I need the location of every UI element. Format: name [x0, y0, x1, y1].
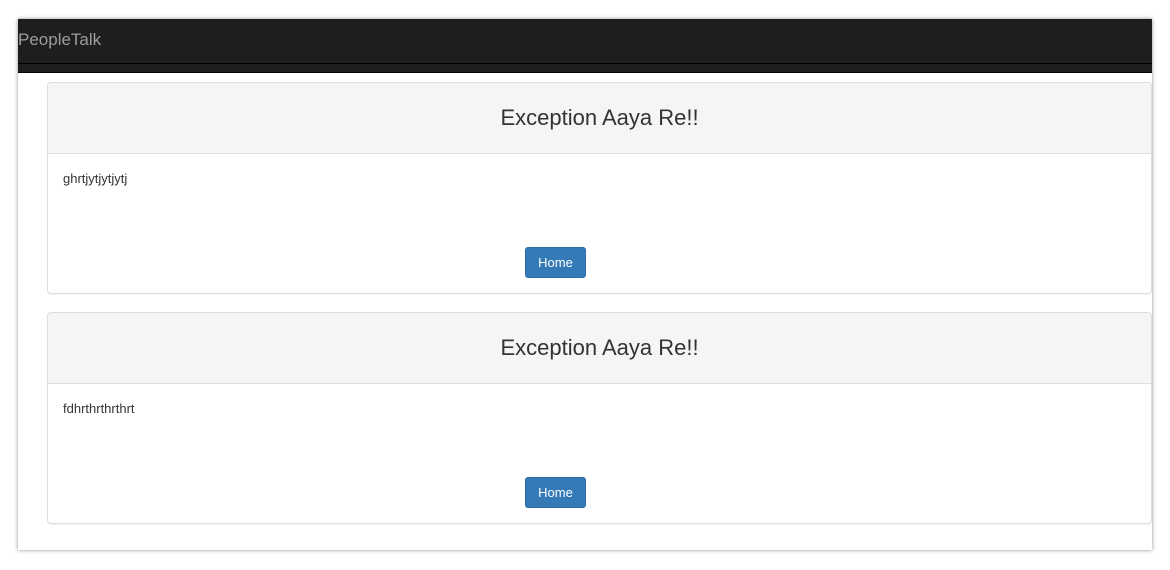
- panel-heading: Exception Aaya Re!!: [48, 313, 1151, 384]
- browser-window: PeopleTalk Exception Aaya Re!! ghrtjytjy…: [18, 19, 1152, 550]
- panel-title: Exception Aaya Re!!: [500, 105, 699, 130]
- navbar: PeopleTalk: [18, 19, 1152, 64]
- exception-panel: Exception Aaya Re!! ghrtjytjytjytj Home: [47, 82, 1152, 294]
- exception-message: fdhrthrthrthrt: [63, 401, 135, 416]
- navbar-strip: [18, 64, 1152, 73]
- panel-heading: Exception Aaya Re!!: [48, 83, 1151, 154]
- home-button[interactable]: Home: [525, 477, 586, 508]
- exception-message: ghrtjytjytjytj: [63, 171, 128, 186]
- home-button[interactable]: Home: [525, 247, 586, 278]
- exception-panel: Exception Aaya Re!! fdhrthrthrthrt Home: [47, 312, 1152, 524]
- panel-body: ghrtjytjytjytj Home: [48, 154, 1151, 293]
- brand-link[interactable]: PeopleTalk: [18, 30, 101, 50]
- panel-body: fdhrthrthrthrt Home: [48, 384, 1151, 523]
- panel-title: Exception Aaya Re!!: [500, 335, 699, 360]
